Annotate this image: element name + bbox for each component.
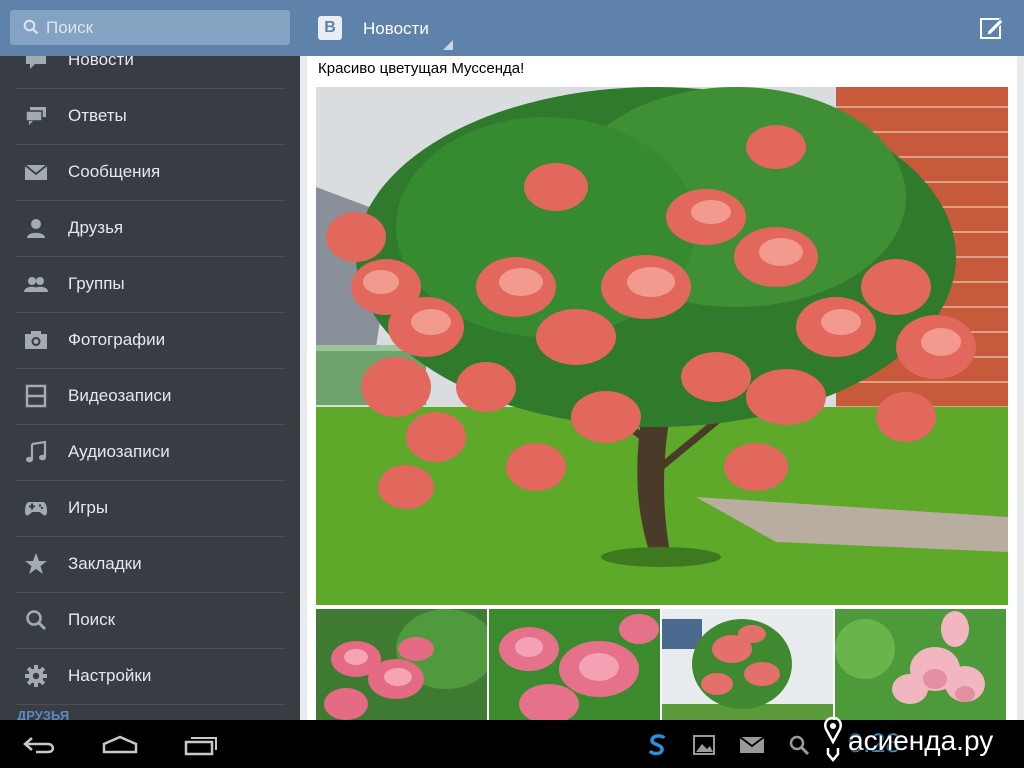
page-title[interactable]: Новости <box>363 19 429 39</box>
sidebar-item-label: Группы <box>68 274 125 293</box>
star-icon <box>25 553 47 574</box>
top-bar: В Новости <box>0 0 1024 56</box>
sidebar-item-label: Закладки <box>68 554 142 573</box>
sidebar-item-label: Игры <box>68 498 109 517</box>
sidebar-item-groups[interactable]: Группы <box>15 256 285 313</box>
sidebar-item-replies[interactable]: Ответы <box>15 88 285 145</box>
search-input[interactable] <box>46 10 282 45</box>
sidebar-item-bookmarks[interactable]: Закладки <box>15 536 285 593</box>
sidebar-item-label: Аудиозаписи <box>68 442 170 461</box>
sidebar-item-games[interactable]: Игры <box>15 480 285 537</box>
back-icon[interactable] <box>22 734 58 756</box>
post-thumbnail[interactable] <box>662 609 833 720</box>
location-pin-icon <box>824 716 842 762</box>
home-icon[interactable] <box>100 734 140 756</box>
video-icon <box>25 384 47 408</box>
sidebar-item-video[interactable]: Видеозаписи <box>15 368 285 425</box>
news-icon <box>26 56 46 69</box>
audio-icon <box>26 440 47 463</box>
replies-icon <box>25 107 46 125</box>
sidebar-item-label: Ответы <box>68 106 127 125</box>
messages-icon <box>24 164 48 180</box>
sidebar-item-photos[interactable]: Фотографии <box>15 312 285 369</box>
groups-icon <box>24 277 48 292</box>
search-icon <box>26 610 47 631</box>
gear-icon <box>25 665 47 687</box>
search-icon <box>789 735 810 756</box>
title-dropdown-indicator <box>443 40 453 50</box>
sidebar-item-label: Друзья <box>68 218 124 237</box>
watermark: асиенда.ру <box>848 725 994 756</box>
sidebar-item-label: Новости <box>68 56 134 69</box>
sidebar-item-search[interactable]: Поиск <box>15 592 285 649</box>
mail-icon <box>739 736 765 753</box>
sidebar-item-audio[interactable]: Аудиозаписи <box>15 424 285 481</box>
vk-logo[interactable]: В <box>318 16 342 40</box>
sidebar-item-messages[interactable]: Сообщения <box>15 144 285 201</box>
skype-icon <box>648 734 666 756</box>
sidebar-item-label: Сообщения <box>68 162 161 181</box>
friends-icon <box>27 219 45 238</box>
post-main-photo[interactable] <box>316 87 1008 605</box>
sidebar-item-label: Настройки <box>68 666 152 685</box>
games-icon <box>25 502 47 516</box>
sidebar-item-friends[interactable]: Друзья <box>15 200 285 257</box>
sidebar-item-label: Поиск <box>68 610 116 629</box>
recent-apps-icon[interactable] <box>183 734 219 756</box>
photos-icon <box>25 331 47 349</box>
sidebar-section-label: ДРУЗЬЯ <box>17 708 70 720</box>
post-thumbnail[interactable] <box>489 609 660 720</box>
search-box[interactable] <box>10 10 290 45</box>
sidebar-item-news[interactable]: Новости <box>15 56 285 89</box>
search-icon <box>23 19 39 35</box>
sidebar-item-settings[interactable]: Настройки <box>15 648 285 705</box>
news-feed[interactable]: Красиво цветущая Муссенда! <box>300 56 1024 720</box>
post-thumbnail[interactable] <box>316 609 487 720</box>
post-thumbnail[interactable] <box>835 609 1006 720</box>
sidebar-item-label: Видеозаписи <box>68 386 172 405</box>
post-card: Красиво цветущая Муссенда! <box>307 56 1017 720</box>
post-text: Красиво цветущая Муссенда! <box>318 60 525 77</box>
sidebar-item-label: Фотографии <box>68 330 166 349</box>
sidebar: Новости Ответы Сообщения Друзья Группы Ф… <box>0 56 300 720</box>
gallery-icon <box>693 735 715 755</box>
compose-icon[interactable] <box>978 14 1006 42</box>
